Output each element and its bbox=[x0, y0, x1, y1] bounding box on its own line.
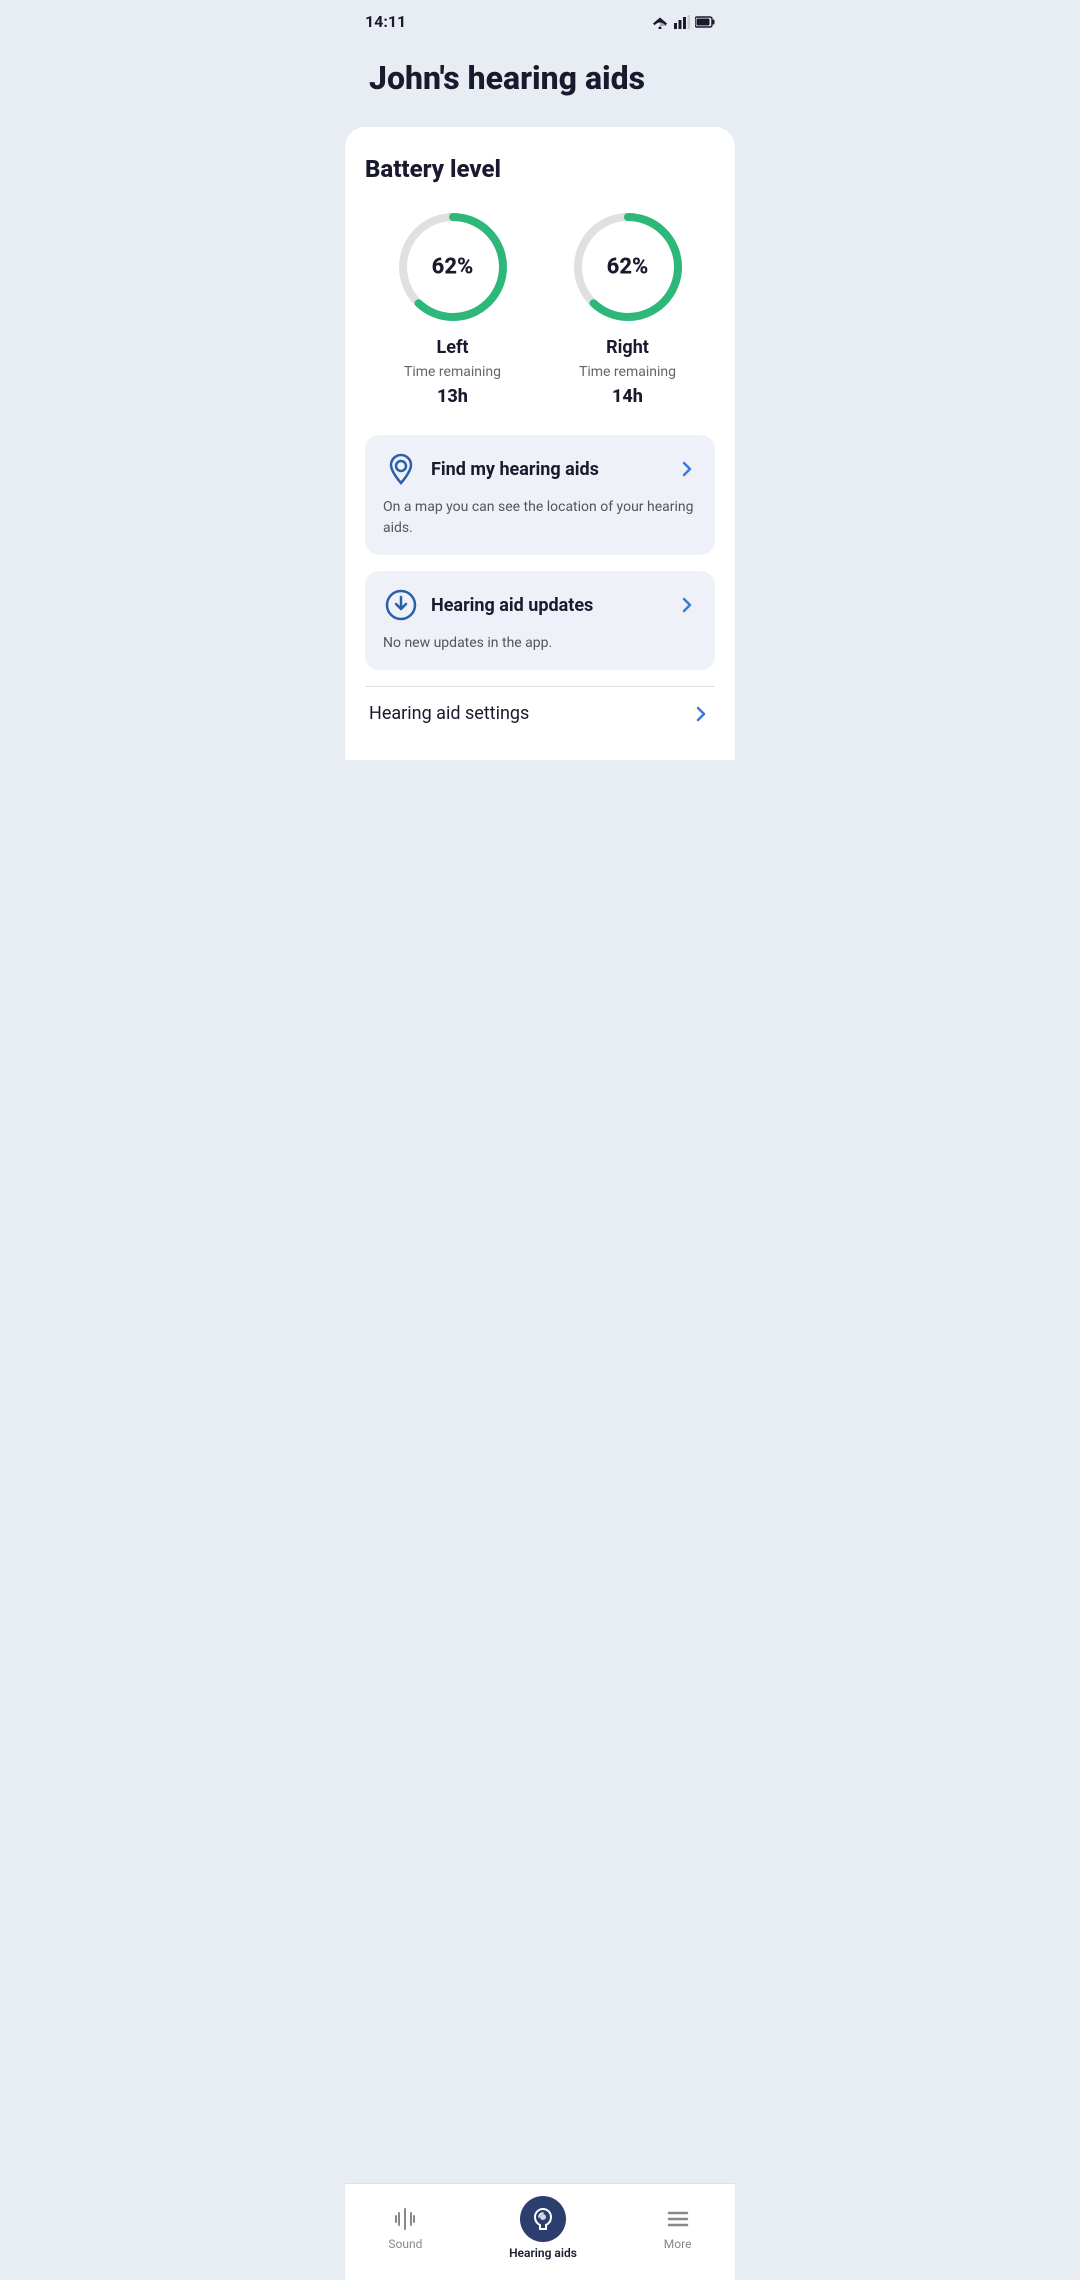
battery-row: 62% Left Time remaining 13h 62% Right Ti… bbox=[365, 207, 715, 407]
signal-icon bbox=[674, 15, 690, 29]
battery-left-time: 13h bbox=[437, 386, 468, 407]
nav-item-hearing-aids[interactable]: Hearing aids bbox=[509, 2196, 577, 2260]
hearing-aids-icon bbox=[529, 2205, 557, 2233]
hearing-aid-settings-row[interactable]: Hearing aid settings bbox=[365, 686, 715, 740]
status-bar: 14:11 bbox=[345, 0, 735, 39]
battery-left-label: Left bbox=[437, 337, 469, 358]
nav-sound-label: Sound bbox=[388, 2237, 422, 2251]
settings-chevron bbox=[691, 704, 711, 724]
page-header: John's hearing aids bbox=[345, 39, 735, 127]
nav-more-label: More bbox=[664, 2237, 692, 2251]
sound-icon bbox=[391, 2205, 419, 2233]
battery-right: 62% Right Time remaining 14h bbox=[568, 207, 688, 407]
hearing-aid-updates-header: Hearing aid updates bbox=[383, 587, 697, 623]
nav-item-sound[interactable]: Sound bbox=[388, 2205, 422, 2251]
hearing-aid-settings-title: Hearing aid settings bbox=[369, 703, 529, 724]
battery-right-time: 14h bbox=[612, 386, 643, 407]
battery-left-percentage: 62% bbox=[432, 255, 474, 280]
status-icons bbox=[651, 15, 715, 29]
find-hearing-aids-chevron bbox=[677, 459, 697, 479]
battery-right-remaining-label: Time remaining bbox=[579, 364, 676, 380]
battery-icon bbox=[695, 16, 715, 28]
status-time: 14:11 bbox=[365, 12, 406, 31]
wifi-icon bbox=[651, 15, 669, 29]
hearing-aids-nav-icon bbox=[520, 2196, 566, 2242]
download-icon bbox=[383, 587, 419, 623]
battery-section: Battery level 62% Left Time remaining 13… bbox=[365, 155, 715, 407]
card-header-left: Find my hearing aids bbox=[383, 451, 599, 487]
main-content: Battery level 62% Left Time remaining 13… bbox=[345, 127, 735, 760]
battery-left-remaining-label: Time remaining bbox=[404, 364, 501, 380]
find-hearing-aids-header: Find my hearing aids bbox=[383, 451, 697, 487]
battery-left: 62% Left Time remaining 13h bbox=[393, 207, 513, 407]
page-title: John's hearing aids bbox=[369, 59, 711, 97]
battery-section-title: Battery level bbox=[365, 155, 715, 183]
battery-left-circle: 62% bbox=[393, 207, 513, 327]
hearing-aid-updates-title: Hearing aid updates bbox=[431, 595, 593, 616]
hearing-aid-updates-description: No new updates in the app. bbox=[383, 633, 697, 654]
location-icon bbox=[383, 451, 419, 487]
hearing-aid-updates-chevron bbox=[677, 595, 697, 615]
more-icon bbox=[664, 2205, 692, 2233]
updates-header-left: Hearing aid updates bbox=[383, 587, 593, 623]
battery-right-percentage: 62% bbox=[607, 255, 649, 280]
find-hearing-aids-description: On a map you can see the location of you… bbox=[383, 497, 697, 539]
hearing-aid-updates-card[interactable]: Hearing aid updates No new updates in th… bbox=[365, 571, 715, 670]
battery-right-label: Right bbox=[606, 337, 649, 358]
bottom-nav: Sound Hearing aids More bbox=[345, 2183, 735, 2280]
battery-right-circle: 62% bbox=[568, 207, 688, 327]
nav-item-more[interactable]: More bbox=[664, 2205, 692, 2251]
find-hearing-aids-card[interactable]: Find my hearing aids On a map you can se… bbox=[365, 435, 715, 555]
nav-hearing-aids-label: Hearing aids bbox=[509, 2246, 577, 2260]
find-hearing-aids-title: Find my hearing aids bbox=[431, 459, 599, 480]
